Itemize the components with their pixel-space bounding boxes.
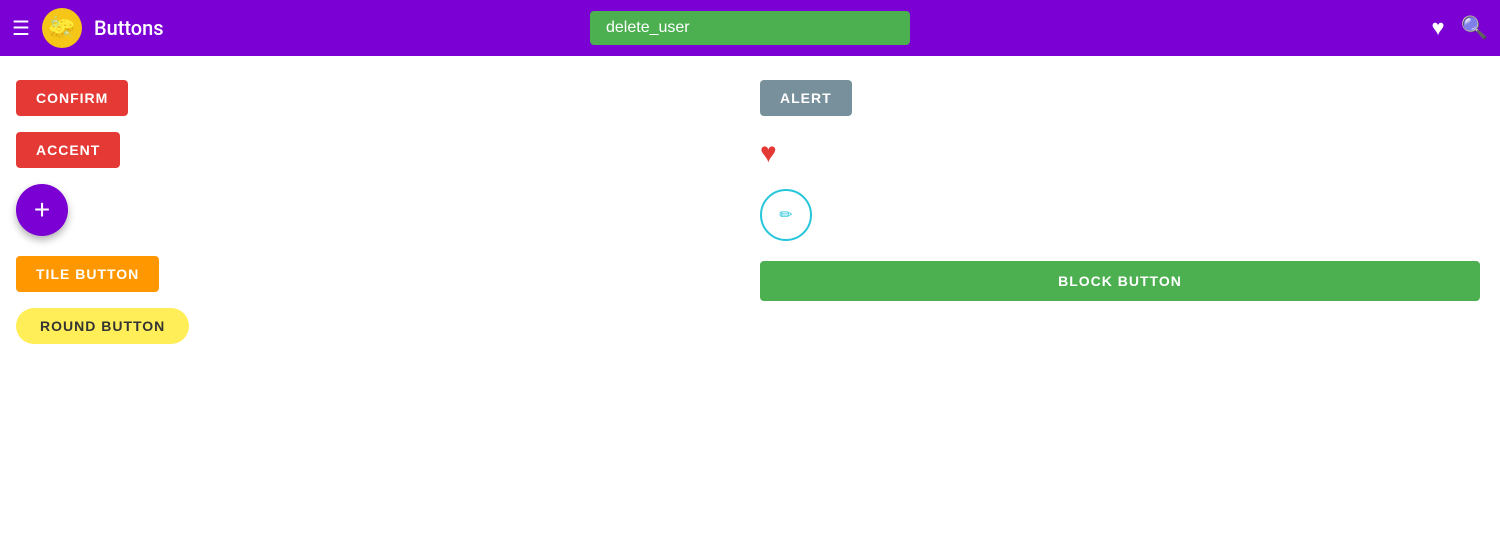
header-icons: ♥ 🔍 (1432, 15, 1488, 41)
pencil-icon: ✏ (779, 205, 792, 225)
fab-button[interactable]: + (16, 184, 68, 236)
accent-button[interactable]: ACCENT (16, 132, 120, 168)
search-input[interactable] (590, 11, 910, 45)
heart-icon: ♥ (760, 136, 1480, 169)
logo-emoji: 🧽 (48, 16, 75, 41)
favorite-icon[interactable]: ♥ (1432, 15, 1445, 41)
block-button[interactable]: BLOCK BUTTON (760, 261, 1480, 301)
app-logo: 🧽 (42, 8, 82, 48)
app-header: ☰ 🧽 Buttons ♥ 🔍 (0, 0, 1500, 56)
app-title: Buttons (94, 16, 164, 40)
round-button[interactable]: ROUND BUTTON (16, 308, 189, 344)
edit-circle-button[interactable]: ✏ (760, 189, 812, 241)
search-icon[interactable]: 🔍 (1461, 16, 1488, 41)
alert-button[interactable]: ALERT (760, 80, 852, 116)
menu-icon[interactable]: ☰ (12, 16, 30, 40)
main-content: CONFIRM ACCENT + TILE BUTTON ROUND BUTTO… (0, 56, 1500, 368)
confirm-button[interactable]: CONFIRM (16, 80, 128, 116)
tile-button[interactable]: TILE BUTTON (16, 256, 159, 292)
right-column: ALERT ♥ ✏ BLOCK BUTTON (760, 80, 1480, 301)
